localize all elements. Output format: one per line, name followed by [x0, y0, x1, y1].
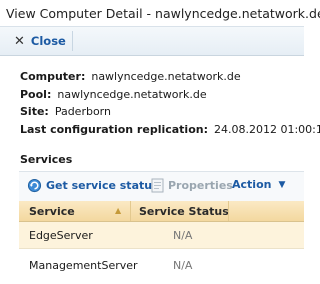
get-service-status-label: Get service status	[46, 179, 159, 192]
close-icon: ✕	[14, 33, 25, 49]
properties-label: Properties	[168, 179, 233, 192]
close-button[interactable]: ✕ Close	[10, 31, 73, 51]
properties-icon	[151, 178, 164, 193]
replication-label: Last configuration replication:	[20, 122, 208, 136]
column-divider[interactable]	[130, 201, 131, 221]
properties-button[interactable]: Properties	[151, 178, 233, 193]
table-row[interactable]: ManagementServer N/A	[19, 252, 304, 278]
site-value: Paderborn	[54, 105, 111, 118]
column-header-service[interactable]: Service	[29, 205, 75, 218]
action-menu-button[interactable]: Action ▼	[232, 178, 285, 191]
top-toolbar: ✕ Close	[0, 26, 304, 56]
close-label: Close	[30, 34, 66, 48]
pool-label: Pool:	[20, 87, 52, 101]
replication-value: 24.08.2012 01:00:16	[214, 122, 320, 136]
site-label: Site:	[20, 105, 49, 118]
service-name-cell: ManagementServer	[29, 259, 138, 272]
column-header-service-status[interactable]: Service Status	[139, 205, 229, 218]
sort-ascending-icon: ▲	[115, 206, 122, 215]
computer-details: Computer: nawlyncedge.netatwork.de Pool: n…	[20, 68, 320, 138]
window-titlebar: View Computer Detail - nawlyncedge.netat…	[0, 0, 320, 26]
site-row: Site: Paderborn	[20, 103, 320, 121]
pool-row: Pool: nawlyncedge.netatwork.de	[20, 86, 320, 104]
service-name-cell: EdgeServer	[29, 229, 93, 242]
action-label: Action	[232, 178, 272, 191]
computer-value: nawlyncedge.netatwork.de	[91, 70, 241, 83]
table-row[interactable]: EdgeServer N/A	[19, 222, 304, 249]
window-title: View Computer Detail - nawlyncedge.netat…	[6, 6, 320, 21]
computer-row: Computer: nawlyncedge.netatwork.de	[20, 68, 320, 86]
service-status-cell: N/A	[173, 259, 193, 272]
chevron-down-icon: ▼	[278, 179, 286, 190]
computer-label: Computer:	[20, 70, 86, 83]
services-table-header: Service ▲ Service Status	[19, 201, 304, 222]
column-divider[interactable]	[228, 201, 229, 221]
replication-row: Last configuration replication: 24.08.201…	[20, 121, 320, 139]
services-toolbar: Get service status Properties Action ▼	[19, 171, 304, 202]
service-status-cell: N/A	[173, 229, 193, 242]
services-section-title: Services	[20, 153, 73, 166]
refresh-icon	[27, 178, 42, 193]
pool-value: nawlyncedge.netatwork.de	[57, 87, 207, 101]
get-service-status-button[interactable]: Get service status	[27, 178, 159, 193]
